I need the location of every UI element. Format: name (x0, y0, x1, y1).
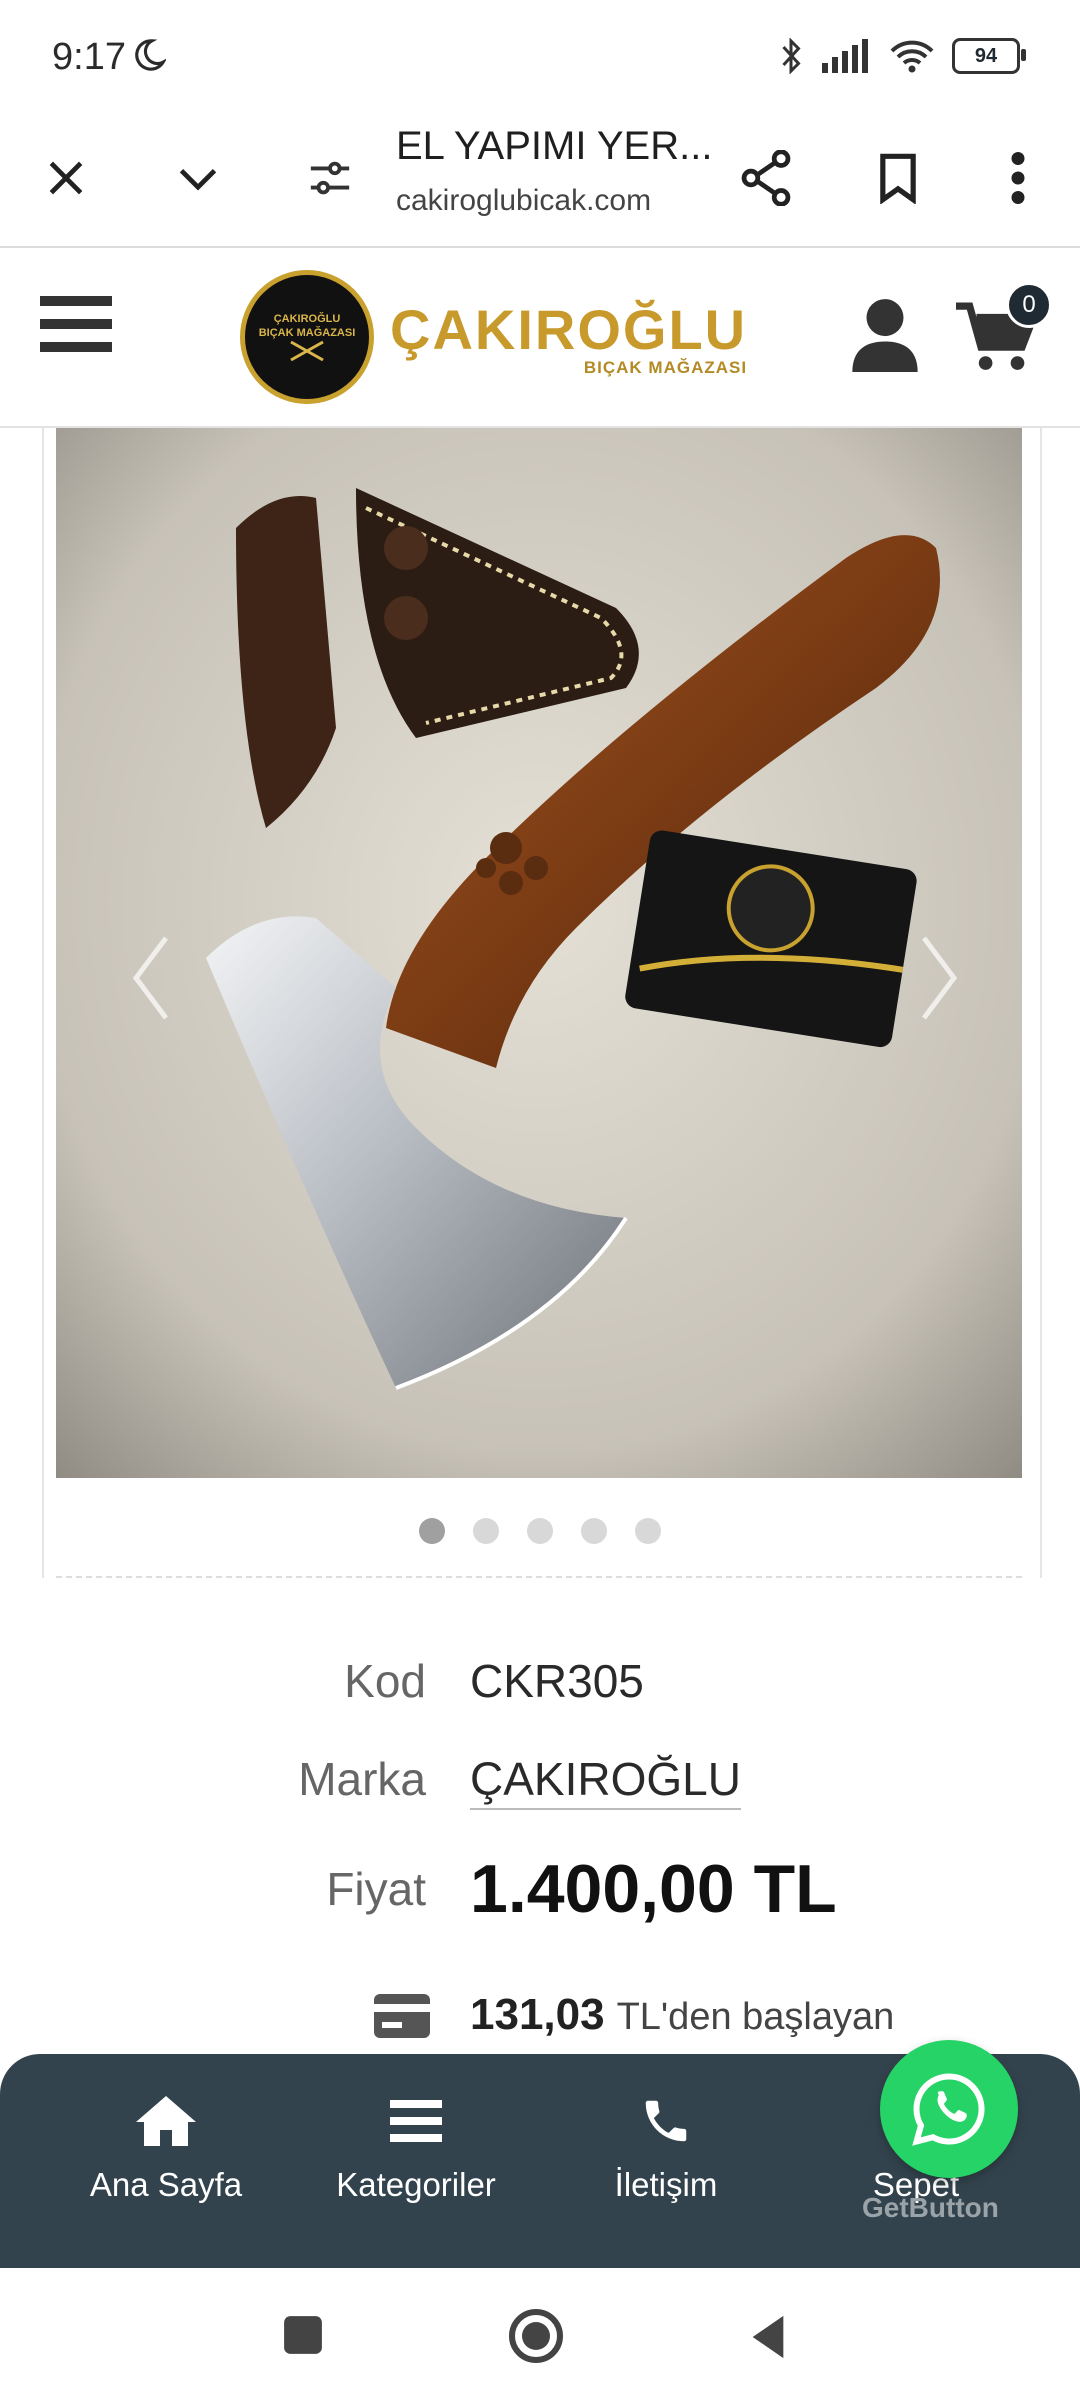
page-title[interactable]: EL YAPIMI YER... (396, 124, 712, 169)
getbutton-watermark: GetButton (862, 2192, 999, 2223)
status-bar: 9:17 94 (0, 0, 1080, 110)
gallery-dot-2[interactable] (473, 1518, 499, 1544)
back-button[interactable] (748, 2314, 788, 2365)
more-menu-button[interactable] (980, 140, 1056, 216)
battery-icon: 94 (952, 38, 1026, 74)
brand-name: ÇAKIROĞLU (390, 297, 748, 361)
home-nav-button[interactable] (508, 2308, 564, 2369)
brand-subtitle: BIÇAK MAĞAZASI (583, 357, 748, 377)
wifi-icon (890, 40, 934, 73)
installment-text: TL'den başlayan (616, 1996, 895, 2038)
expand-button[interactable] (160, 140, 236, 216)
site-logo[interactable]: ÇAKIROĞLU BIÇAK MAĞAZASI ÇAKIROĞLU BIÇAK… (240, 270, 747, 404)
signal-icon (822, 39, 868, 73)
phone-icon (645, 2100, 687, 2142)
crossed-knives-icon (290, 340, 324, 362)
bluetooth-icon (782, 38, 801, 74)
recents-button[interactable] (282, 2314, 324, 2361)
cart-count-badge: 0 (1006, 282, 1052, 328)
gallery-prev-arrow[interactable] (110, 900, 170, 990)
hamburger-menu-button[interactable] (40, 292, 112, 361)
account-button[interactable] (852, 298, 918, 377)
gallery-pagination (0, 1518, 1080, 1544)
gallery-dot-5[interactable] (635, 1518, 661, 1544)
more-vert-icon (1011, 152, 1025, 204)
nav-home[interactable]: Ana Sayfa (56, 2094, 276, 2204)
status-icons: 94 (778, 38, 1026, 74)
nav-categories[interactable]: Kategoriler (306, 2094, 526, 2204)
price-label: Fiyat (326, 1863, 426, 1915)
square-icon (284, 2316, 322, 2354)
hamburger-icon (40, 296, 112, 352)
gallery-next-arrow[interactable] (910, 900, 970, 990)
browser-toolbar: EL YAPIMI YER... cakiroglubicak.com (0, 110, 1080, 248)
bookmark-icon (880, 153, 916, 204)
axe-product-photo (56, 428, 1022, 1478)
nav-categories-label: Kategoriler (336, 2166, 496, 2203)
android-navigation-bar (0, 2270, 1080, 2400)
code-label: Kod (344, 1655, 426, 1707)
product-image[interactable] (56, 428, 1022, 1478)
tune-icon (310, 161, 350, 195)
back-triangle-icon (752, 2315, 784, 2359)
do-not-disturb-moon-icon (135, 39, 166, 71)
whatsapp-icon (912, 2073, 985, 2146)
gallery-dot-3[interactable] (527, 1518, 553, 1544)
installment-info: 131,03 TL'den başlayan (470, 1990, 894, 2040)
status-time: 9:17 (52, 36, 126, 78)
close-tab-button[interactable] (28, 140, 104, 216)
share-button[interactable] (728, 140, 804, 216)
credit-card-icon (374, 1994, 430, 2043)
price-value: 1.400,00 TL (470, 1851, 837, 1927)
site-header: ÇAKIROĞLU BIÇAK MAĞAZASI ÇAKIROĞLU BIÇAK… (0, 248, 1080, 428)
nav-contact[interactable]: İletişim (556, 2094, 776, 2204)
logo-emblem: ÇAKIROĞLU BIÇAK MAĞAZASI (240, 270, 374, 404)
gallery-dot-4[interactable] (581, 1518, 607, 1544)
nav-home-label: Ana Sayfa (89, 2166, 243, 2203)
share-icon (741, 150, 791, 206)
gallery-dot-1[interactable] (419, 1518, 445, 1544)
chevron-down-icon (179, 168, 217, 191)
home-icon (136, 2096, 196, 2146)
emblem-text-1: ÇAKIROĞLU (273, 312, 341, 325)
brand-link[interactable]: ÇAKIROĞLU (470, 1752, 741, 1810)
logo-text: ÇAKIROĞLU BIÇAK MAĞAZASI (390, 297, 747, 378)
code-value: CKR305 (470, 1655, 644, 1707)
nav-contact-label: İletişim (614, 2166, 718, 2203)
emblem-text-2: BIÇAK MAĞAZASI (258, 327, 356, 339)
site-settings-button[interactable] (292, 140, 368, 216)
bookmark-button[interactable] (860, 140, 936, 216)
section-divider (56, 1576, 1022, 1578)
circle-home-icon (509, 2309, 563, 2363)
installment-amount: 131,03 (470, 1990, 605, 2039)
close-icon (49, 161, 83, 195)
page-url[interactable]: cakiroglubicak.com (396, 184, 651, 218)
user-icon (852, 299, 918, 372)
list-icon (390, 2100, 442, 2142)
whatsapp-button[interactable] (880, 2040, 1018, 2178)
brand-label: Marka (298, 1753, 426, 1805)
